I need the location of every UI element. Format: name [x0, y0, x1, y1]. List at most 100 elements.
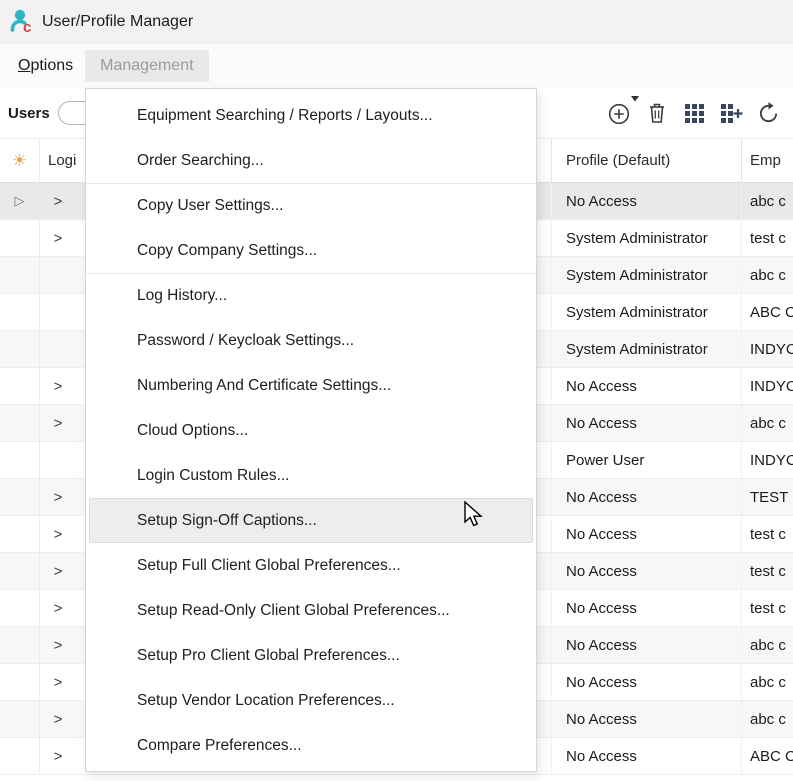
- profile-cell: No Access: [551, 664, 741, 700]
- row-indicator-icon: [0, 331, 40, 367]
- profile-cell: Power User: [551, 442, 741, 478]
- header-settings-icon[interactable]: ☀: [0, 139, 40, 182]
- add-dropdown-arrow-icon[interactable]: [631, 96, 640, 102]
- menu-item[interactable]: Setup Full Client Global Preferences...: [86, 543, 536, 588]
- employee-cell: TEST: [741, 479, 793, 515]
- menu-item[interactable]: Password / Keycloak Settings...: [86, 318, 536, 363]
- menu-item[interactable]: Setup Read-Only Client Global Preference…: [86, 588, 536, 633]
- expand-chevron-icon[interactable]: >: [40, 711, 76, 728]
- add-user-button[interactable]: [607, 100, 633, 126]
- refresh-icon: [756, 101, 781, 126]
- profile-cell: No Access: [551, 368, 741, 404]
- expand-chevron-icon[interactable]: >: [40, 600, 76, 617]
- profile-cell: No Access: [551, 627, 741, 663]
- employee-cell: abc c: [741, 664, 793, 700]
- profile-cell: No Access: [551, 405, 741, 441]
- employee-cell: test c: [741, 516, 793, 552]
- trash-icon: [646, 101, 668, 125]
- menu-item[interactable]: Login Custom Rules...: [86, 453, 536, 498]
- menubar: Options Management: [0, 44, 793, 88]
- titlebar: c User/Profile Manager: [0, 0, 793, 44]
- expand-chevron-icon[interactable]: >: [40, 193, 76, 210]
- employee-cell: test c: [741, 553, 793, 589]
- menu-item[interactable]: Log History...: [86, 273, 536, 318]
- row-indicator-icon: [0, 627, 40, 663]
- menu-item[interactable]: Copy User Settings...: [86, 183, 536, 228]
- profile-cell: System Administrator: [551, 294, 741, 330]
- menu-item[interactable]: Cloud Options...: [86, 408, 536, 453]
- expand-chevron-icon[interactable]: >: [40, 563, 76, 580]
- row-indicator-icon: [0, 590, 40, 626]
- row-indicator-icon: [0, 701, 40, 737]
- profile-cell: No Access: [551, 701, 741, 737]
- employee-cell: INDYC: [741, 368, 793, 404]
- column-header-profile[interactable]: Profile (Default): [551, 139, 741, 182]
- menu-item[interactable]: Setup Vendor Location Preferences...: [86, 678, 536, 723]
- profile-cell: No Access: [551, 479, 741, 515]
- toolbar-icons: [607, 100, 781, 126]
- expand-chevron-icon[interactable]: >: [40, 748, 76, 765]
- profile-cell: System Administrator: [551, 331, 741, 367]
- menubar-management[interactable]: Management: [85, 50, 208, 82]
- employee-cell: abc c: [741, 627, 793, 663]
- employee-cell: INDYC: [741, 331, 793, 367]
- row-indicator-icon: [0, 294, 40, 330]
- row-indicator-icon: [0, 516, 40, 552]
- menu-item[interactable]: Equipment Searching / Reports / Layouts.…: [86, 93, 536, 138]
- delete-button[interactable]: [644, 100, 670, 126]
- employee-cell: ABC C: [741, 294, 793, 330]
- expand-chevron-icon[interactable]: >: [40, 526, 76, 543]
- grid-plus-icon: [718, 101, 744, 126]
- expand-chevron-icon[interactable]: >: [40, 415, 76, 432]
- menubar-options[interactable]: Options: [6, 50, 85, 82]
- svg-text:c: c: [23, 19, 31, 33]
- menu-item[interactable]: Order Searching...: [86, 138, 536, 183]
- menu-item[interactable]: Setup Pro Client Global Preferences...: [86, 633, 536, 678]
- row-indicator-icon: [0, 664, 40, 700]
- menu-item[interactable]: Numbering And Certificate Settings...: [86, 363, 536, 408]
- column-header-employee[interactable]: Emp: [741, 139, 793, 182]
- row-indicator-icon: [0, 738, 40, 774]
- app-logo-icon: c: [10, 7, 35, 38]
- refresh-button[interactable]: [755, 100, 781, 126]
- management-menu: Equipment Searching / Reports / Layouts.…: [85, 88, 537, 772]
- profile-cell: System Administrator: [551, 220, 741, 256]
- mouse-cursor-icon: [462, 500, 488, 530]
- row-indicator-icon: ▷: [0, 183, 40, 219]
- employee-cell: test c: [741, 220, 793, 256]
- profile-cell: No Access: [551, 590, 741, 626]
- menu-item[interactable]: Compare Preferences...: [86, 723, 536, 768]
- grid-view-button[interactable]: [681, 100, 707, 126]
- employee-cell: ABC C: [741, 738, 793, 774]
- row-indicator-icon: [0, 257, 40, 293]
- add-column-button[interactable]: [718, 100, 744, 126]
- row-indicator-icon: [0, 220, 40, 256]
- employee-cell: abc c: [741, 183, 793, 219]
- profile-cell: System Administrator: [551, 257, 741, 293]
- employee-cell: abc c: [741, 257, 793, 293]
- row-indicator-icon: [0, 368, 40, 404]
- app-window: c User/Profile Manager Options Managemen…: [0, 0, 793, 775]
- grid-icon: [682, 101, 707, 126]
- profile-cell: No Access: [551, 738, 741, 774]
- expand-chevron-icon[interactable]: >: [40, 378, 76, 395]
- row-indicator-icon: [0, 553, 40, 589]
- menu-item[interactable]: Copy Company Settings...: [86, 228, 536, 273]
- profile-cell: No Access: [551, 553, 741, 589]
- window-title: User/Profile Manager: [42, 13, 193, 31]
- employee-cell: test c: [741, 590, 793, 626]
- plus-circle-icon: [607, 100, 633, 126]
- expand-chevron-icon[interactable]: >: [40, 230, 76, 247]
- employee-cell: abc c: [741, 701, 793, 737]
- employee-cell: abc c: [741, 405, 793, 441]
- expand-chevron-icon[interactable]: >: [40, 489, 76, 506]
- expand-chevron-icon[interactable]: >: [40, 674, 76, 691]
- row-indicator-icon: [0, 405, 40, 441]
- row-indicator-icon: [0, 442, 40, 478]
- profile-cell: No Access: [551, 516, 741, 552]
- row-indicator-icon: [0, 479, 40, 515]
- expand-chevron-icon[interactable]: >: [40, 637, 76, 654]
- profile-cell: No Access: [551, 183, 741, 219]
- section-label: Users: [8, 105, 50, 122]
- employee-cell: INDYC: [741, 442, 793, 478]
